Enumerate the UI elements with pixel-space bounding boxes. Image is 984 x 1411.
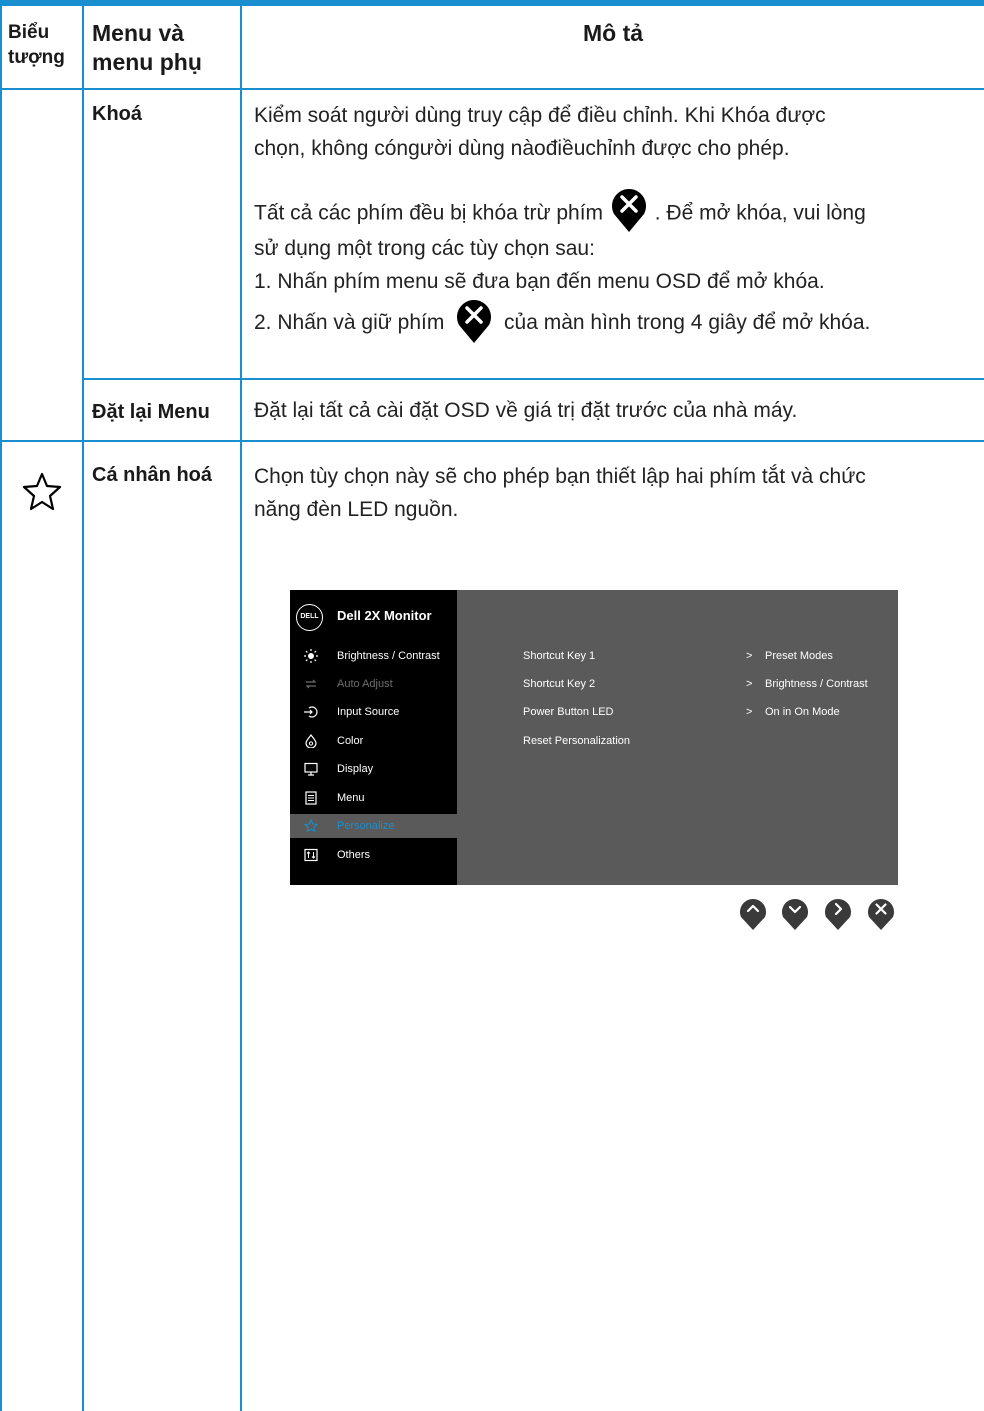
down-button[interactable]	[780, 895, 810, 931]
osd-menu-menu[interactable]: Menu	[290, 786, 457, 810]
menu-reset-label: Đặt lại Menu	[92, 401, 210, 423]
osd-menu-color[interactable]: Color	[290, 729, 457, 753]
menu-personalize-label: Cá nhân hoá	[92, 464, 213, 486]
reset-description: Đặt lại tất cả cài đặt OSD về giá trị đặ…	[254, 399, 798, 422]
table-top-border	[0, 0, 984, 6]
header-description-label: Mô tả	[582, 20, 644, 46]
star-icon	[304, 819, 318, 833]
osd-value-on-in-on-mode: On in On Mode	[765, 706, 840, 718]
osd-value-arrow: >	[746, 706, 753, 718]
input-source-icon	[304, 706, 318, 718]
right-button[interactable]	[823, 895, 853, 931]
personalize-description: Chọn tùy chọn này sẽ cho phép bạn thiết …	[254, 465, 866, 521]
brightness-icon	[304, 649, 318, 663]
osd-menu-input-source[interactable]: Input Source	[290, 700, 457, 724]
column-divider-1	[82, 0, 84, 1411]
color-icon	[305, 734, 317, 748]
row-divider-lock	[82, 378, 984, 380]
osd-screenshot: DELL Dell 2X Monitor Brightness / Contra…	[290, 590, 898, 885]
auto-adjust-icon	[305, 679, 317, 689]
table-left-border	[0, 0, 2, 1411]
lock-description: Kiểm soát người dùng truy cập để điều ch…	[254, 104, 826, 160]
column-divider-2	[240, 0, 242, 1411]
lock-keys-description: Tất cả các phím đều bị khóa trừ phím . Đ…	[254, 189, 979, 346]
dell-logo: DELL	[296, 604, 323, 631]
others-icon	[304, 848, 318, 862]
close-key-icon	[457, 300, 492, 344]
osd-value-arrow: >	[746, 650, 753, 662]
up-button[interactable]	[738, 895, 768, 931]
menu-lock-label: Khoá	[92, 103, 142, 125]
close-button[interactable]	[866, 895, 896, 931]
osd-menu-auto-adjust[interactable]: Auto Adjust	[290, 672, 457, 696]
osd-option-reset-personalization[interactable]: Reset Personalization	[523, 735, 630, 747]
row-divider-reset	[0, 440, 984, 442]
header-menu-label: Menu và menu phụ	[92, 20, 202, 75]
osd-option-power-button-led[interactable]: Power Button LED	[523, 706, 614, 718]
menu-icon	[305, 791, 317, 805]
osd-title: Dell 2X Monitor	[337, 608, 432, 623]
osd-menu-brightness[interactable]: Brightness / Contrast	[290, 644, 457, 668]
osd-menu-display[interactable]: Display	[290, 757, 457, 781]
osd-value-brightness-contrast: Brightness / Contrast	[765, 678, 868, 690]
osd-menu-others[interactable]: Others	[290, 843, 457, 867]
osd-value-arrow: >	[746, 678, 753, 690]
osd-option-shortcut-key-2[interactable]: Shortcut Key 2	[523, 678, 595, 690]
osd-sidebar: DELL Dell 2X Monitor Brightness / Contra…	[290, 590, 457, 885]
header-divider	[0, 88, 984, 90]
osd-value-preset-modes: Preset Modes	[765, 650, 833, 662]
osd-option-shortcut-key-1[interactable]: Shortcut Key 1	[523, 650, 595, 662]
osd-menu-personalize[interactable]: Personalize	[290, 814, 457, 838]
header-icon-label: Biểu tượng	[8, 22, 65, 68]
star-icon	[22, 472, 62, 511]
close-key-icon	[611, 189, 646, 232]
display-icon	[304, 762, 318, 776]
